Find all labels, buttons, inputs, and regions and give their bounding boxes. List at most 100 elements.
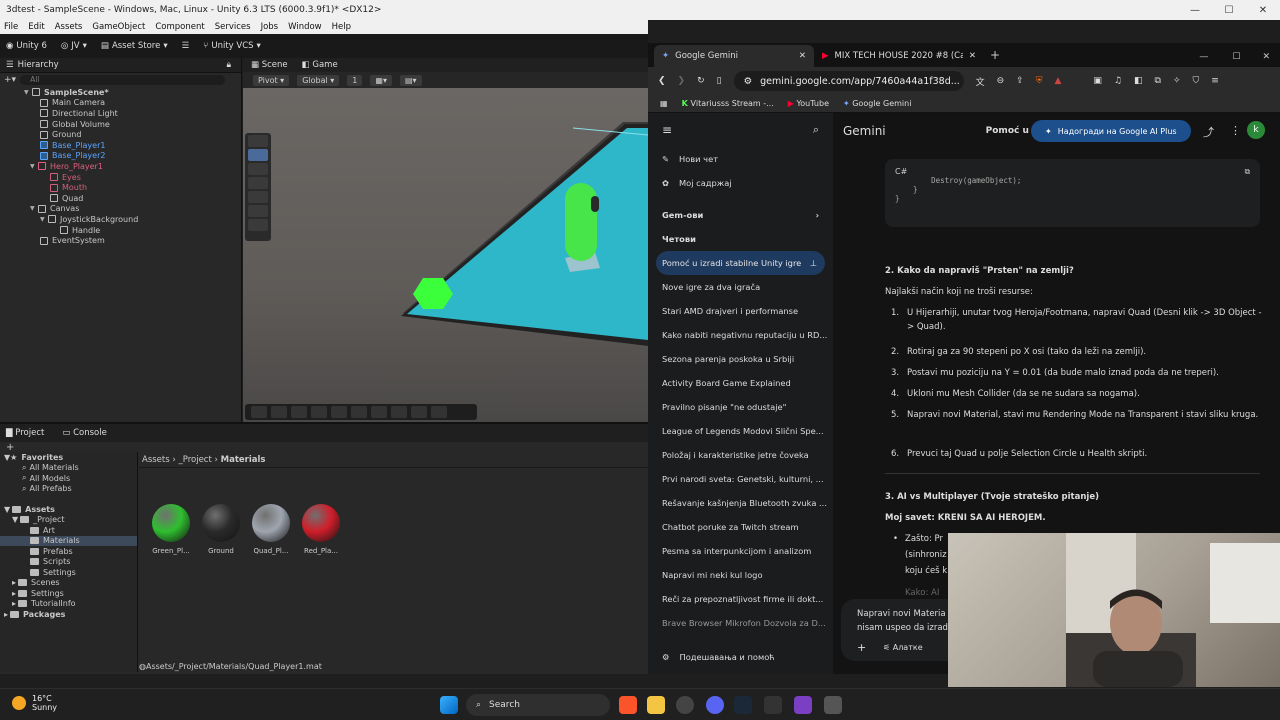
unity-menu-button[interactable]: ◉ Unity 6 — [6, 41, 47, 51]
breadcrumb-item[interactable]: _Project — [178, 455, 211, 465]
wallet-icon[interactable]: ▣ — [1093, 76, 1102, 86]
view-tool-icon[interactable] — [248, 135, 268, 147]
bookmark-icon[interactable]: ▯ — [717, 76, 722, 86]
snap-value-input[interactable]: 1 — [347, 74, 363, 86]
share-icon[interactable]: ⤴ — [1203, 124, 1214, 140]
brave-icon[interactable] — [619, 696, 637, 714]
tab-gemini[interactable]: ✦ Google Gemini ✕ — [654, 45, 814, 67]
material-asset[interactable]: Ground — [197, 504, 245, 555]
add-icon[interactable]: +▾ — [4, 75, 16, 85]
tab-youtube[interactable]: ▶MIX TECH HOUSE 2020 #8 (Cam...✕ — [814, 45, 984, 67]
forward-icon[interactable]: ❯ — [678, 76, 686, 86]
hamburger-icon[interactable]: ≡ — [662, 123, 672, 137]
tree-item[interactable]: ▸ Settings — [0, 588, 137, 599]
tab-project[interactable]: ▇ Project — [6, 428, 44, 438]
new-chat-button[interactable]: ✎ Нови чет — [648, 147, 833, 171]
weather-widget[interactable]: 16°C Sunny — [12, 694, 57, 712]
chat-item[interactable]: Stari AMD drajveri i performanse — [648, 299, 833, 323]
music-icon[interactable]: ♫ — [1114, 76, 1122, 86]
hierarchy-item[interactable]: ▼ Hero_Player1 — [30, 161, 241, 172]
leo-icon[interactable]: ✧ — [1173, 76, 1181, 86]
tree-item[interactable]: ⌕ All Prefabs — [0, 484, 137, 495]
tree-item[interactable]: ▼★ Favorites — [0, 452, 137, 463]
chat-item[interactable]: Rešavanje kašnjenja Bluetooth zvuka ... — [648, 491, 833, 515]
menu-gameobject[interactable]: GameObject — [92, 22, 145, 32]
expand-icon[interactable]: ▼ — [24, 89, 32, 96]
hierarchy-item[interactable]: Quad — [50, 193, 241, 204]
hand-tool-icon[interactable] — [248, 149, 268, 161]
lock-icon[interactable]: 🔒︎ — [226, 60, 231, 70]
tree-item[interactable]: Materials — [0, 535, 137, 546]
minimize-icon[interactable]: — — [1187, 52, 1220, 62]
tree-item[interactable]: ▸ TutorialInfo — [0, 599, 137, 610]
tab-console[interactable]: ▭ Console — [62, 428, 106, 438]
reload-icon[interactable]: ↻ — [697, 76, 705, 86]
tree-item[interactable]: Settings — [0, 567, 137, 578]
menu-window[interactable]: Window — [288, 22, 322, 32]
copy-icon[interactable]: ⧉ — [1245, 167, 1250, 177]
hierarchy-item[interactable]: Ground — [40, 129, 241, 140]
tree-item[interactable]: ⌕ All Materials — [0, 463, 137, 474]
tool-icon[interactable] — [431, 406, 447, 418]
close-icon[interactable]: ✕ — [1252, 52, 1280, 62]
chat-item[interactable]: Sezona parenja poskoka u Srbiji — [648, 347, 833, 371]
tree-item[interactable]: Art — [0, 525, 137, 536]
tree-item[interactable]: ▼ Assets — [0, 504, 137, 515]
avatar[interactable]: k — [1247, 121, 1265, 139]
transform-tool-icon[interactable] — [248, 219, 268, 231]
chat-item[interactable]: Pravilno pisanje "ne odustaje" — [648, 395, 833, 419]
menu-services[interactable]: Services — [215, 22, 251, 32]
material-asset[interactable]: Green_Pl... — [147, 504, 195, 555]
settings-button[interactable]: ⚙ Подешавања и помоћ — [648, 645, 833, 669]
tool-icon[interactable] — [331, 406, 347, 418]
tool-icon[interactable] — [351, 406, 367, 418]
epic-games-icon[interactable] — [764, 696, 782, 714]
tree-item[interactable]: Prefabs — [0, 546, 137, 557]
chat-item[interactable]: Položaj i karakteristike jetre čoveka — [648, 443, 833, 467]
bookmark-item[interactable]: ▶ YouTube — [788, 99, 829, 108]
chat-item[interactable]: Activity Board Game Explained — [648, 371, 833, 395]
tool-icon[interactable] — [251, 406, 267, 418]
chat-item[interactable]: Pesma sa interpunkcijom i analizom — [648, 539, 833, 563]
hierarchy-item-scene[interactable]: ▼ SampleScene* — [24, 87, 241, 98]
expand-icon[interactable]: ▼ — [30, 163, 38, 170]
tree-item[interactable]: ▸ Scenes — [0, 578, 137, 589]
hierarchy-item[interactable]: EventSystem — [40, 235, 241, 246]
account-button[interactable]: ◎ JV ▾ — [61, 41, 87, 51]
file-explorer-icon[interactable] — [647, 696, 665, 714]
gemini-brand[interactable]: Gemini — [843, 124, 886, 138]
hierarchy-item[interactable]: Base_Player2 — [40, 151, 241, 162]
tool-icon[interactable] — [371, 406, 387, 418]
scene-viewport[interactable] — [243, 88, 649, 422]
new-tab-icon[interactable]: + — [990, 48, 1000, 62]
tool-icon[interactable] — [411, 406, 427, 418]
hierarchy-tab[interactable]: ☰ Hierarchy 🔒︎ — [0, 58, 241, 73]
visual-studio-icon[interactable] — [794, 696, 812, 714]
hierarchy-item[interactable]: Mouth — [50, 182, 241, 193]
tool-icon[interactable] — [271, 406, 287, 418]
tab-close-icon[interactable]: ✕ — [969, 51, 976, 61]
unity-hub-icon[interactable] — [824, 696, 842, 714]
tool-icon[interactable] — [391, 406, 407, 418]
rotate-tool-icon[interactable] — [248, 177, 268, 189]
apps-icon[interactable]: ▦ — [660, 99, 668, 108]
gems-button[interactable]: Gem-ови › — [648, 203, 833, 227]
chat-item[interactable]: Prvi narodi sveta: Genetski, kulturni, .… — [648, 467, 833, 491]
menu-edit[interactable]: Edit — [28, 22, 44, 32]
taskbar-search[interactable]: ⌕ Search — [466, 694, 610, 716]
tab-scene[interactable]: ▦ Scene — [251, 60, 288, 70]
expand-icon[interactable]: ▼ — [40, 216, 48, 223]
chat-item[interactable]: Brave Browser Mikrofon Dozvola za D... — [648, 611, 833, 635]
move-tool-icon[interactable] — [248, 163, 268, 175]
menu-help[interactable]: Help — [332, 22, 351, 32]
maximize-icon[interactable]: ☐ — [1220, 52, 1252, 62]
chat-item[interactable]: Reči za prepoznatljivost firme ili dokt.… — [648, 587, 833, 611]
hierarchy-item[interactable]: Main Camera — [40, 98, 241, 109]
hierarchy-item[interactable]: ▼ Canvas — [30, 204, 241, 215]
grid-visibility-icon[interactable]: ▤▾ — [399, 74, 422, 86]
grid-snap-icon[interactable]: ▦▾ — [370, 74, 392, 86]
breadcrumb-item[interactable]: Materials — [221, 455, 266, 465]
brave-shield-icon[interactable]: ⛨ — [1036, 76, 1043, 86]
chat-item[interactable]: Napravi mi neki kul logo — [648, 563, 833, 587]
rect-tool-icon[interactable] — [248, 205, 268, 217]
